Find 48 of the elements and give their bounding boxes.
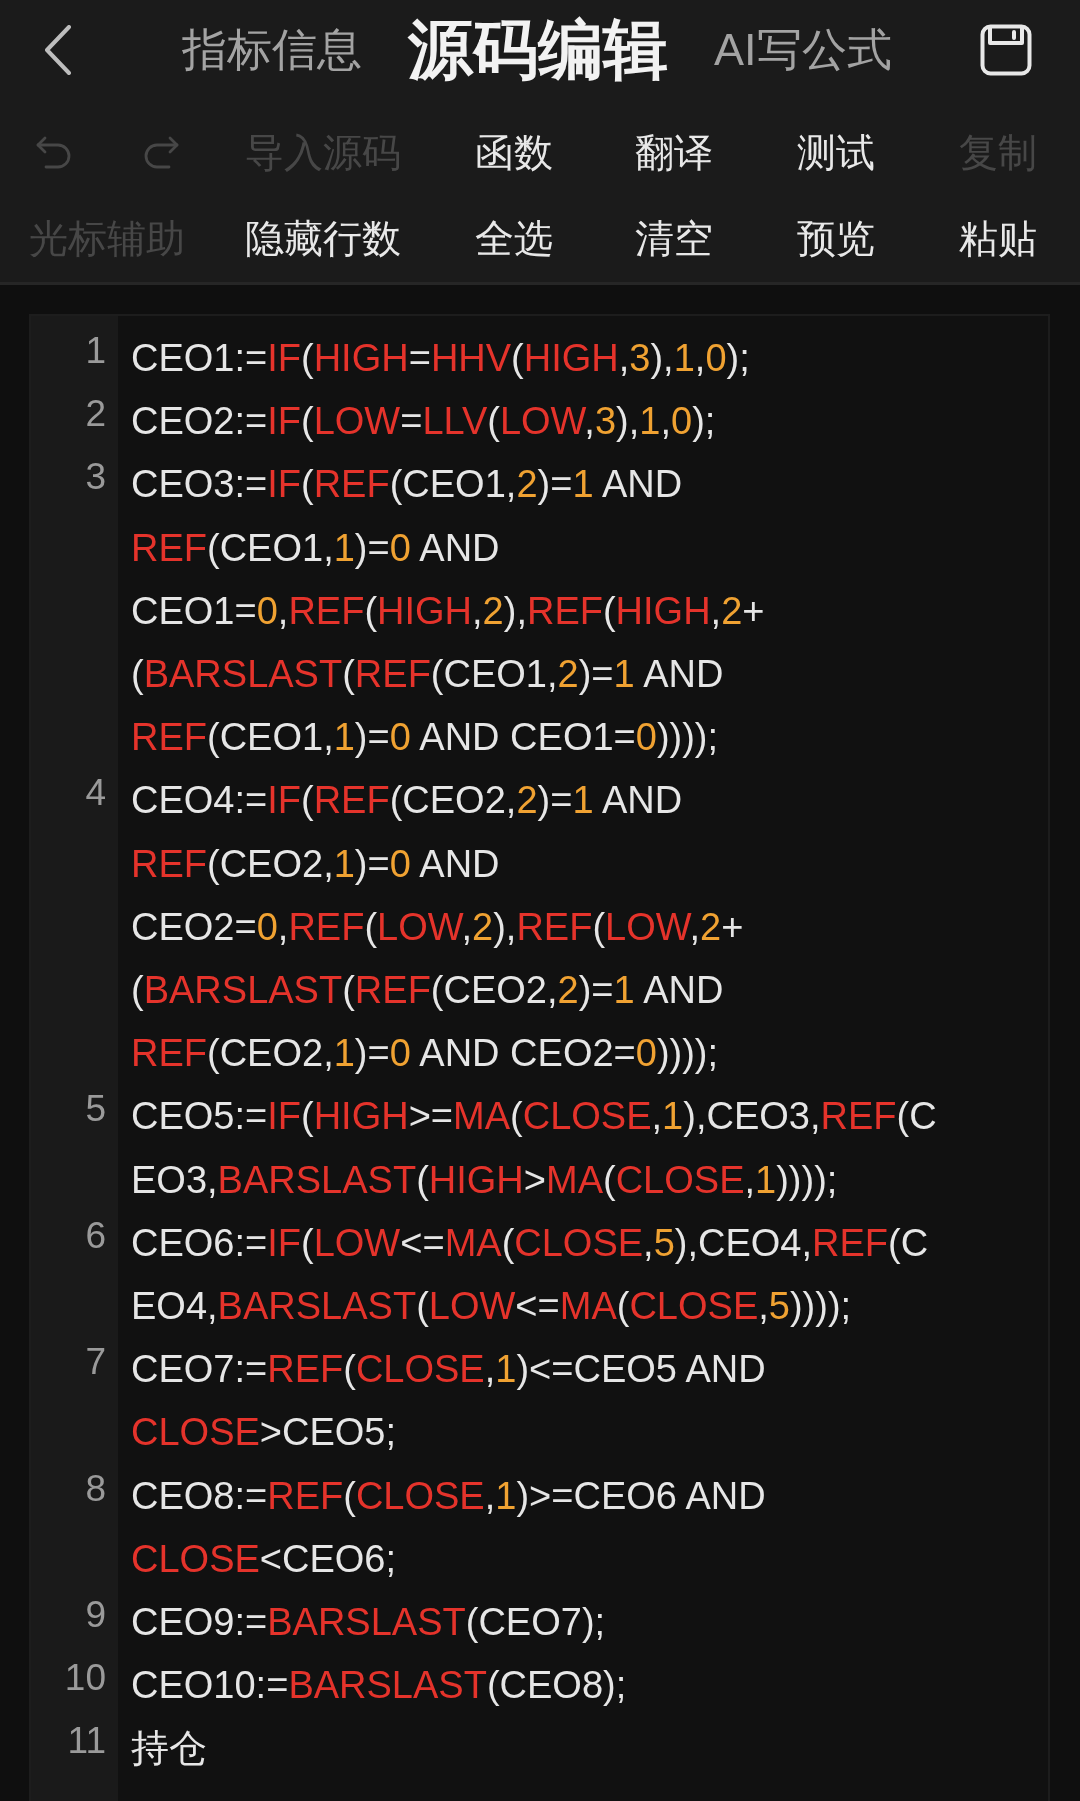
toolbar-button[interactable]: 粘贴 (959, 215, 1037, 263)
code-line: CEO1:=IF(HIGH=HHV(HIGH,3),1,0); (131, 336, 751, 381)
code-line: CEO9:=BARSLAST(CEO7); (131, 1600, 607, 1646)
code-line: REF(CEO2,1)=0 AND CEO2=0)))); (131, 1031, 720, 1077)
code-line: CEO4:=IF(REF(CEO2,2)=1 AND (131, 778, 684, 824)
code-line: CEO7:=REF(CLOSE,1)<=CEO5 AND (131, 1347, 767, 1393)
line-number: 11 (67, 1719, 107, 1764)
line-number: 10 (64, 1656, 107, 1701)
toolbar-button[interactable]: 清空 (635, 215, 713, 263)
back-icon (44, 25, 72, 75)
tab[interactable]: 源码编辑 (408, 11, 668, 89)
save-button[interactable] (980, 24, 1032, 76)
code-line: CEO8:=REF(CLOSE,1)>=CEO6 AND (131, 1473, 767, 1519)
line-number: 5 (85, 1087, 107, 1132)
code-line: EO4,BARSLAST(LOW<=MA(CLOSE,5)))); (131, 1284, 853, 1330)
code-line: CLOSE>CEO5; (131, 1410, 398, 1456)
code-line: REF(CEO1,1)=0 AND (131, 525, 501, 571)
code-line: 持仓 (131, 1726, 208, 1772)
code-line: CEO5:=IF(HIGH>=MA(CLOSE,1),CEO3,REF(C (131, 1094, 938, 1140)
toolbar-button[interactable]: 预览 (797, 215, 875, 263)
toolbar-button[interactable]: 全选 (475, 215, 553, 263)
code-line: (BARSLAST(REF(CEO1,2)=1 AND (131, 652, 725, 697)
line-number: 3 (85, 455, 107, 500)
line-number: 1 (85, 329, 107, 373)
code-line: CEO2:=IF(LOW=LLV(LOW,3),1,0); (131, 399, 717, 445)
code-line: CEO2=0,REF(LOW,2),REF(LOW,2+ (131, 904, 745, 950)
code-line: CLOSE<CEO6; (131, 1536, 398, 1582)
code-line: CEO6:=IF(LOW<=MA(CLOSE,5),CEO4,REF(C (131, 1220, 930, 1266)
toolbar-button[interactable]: 翻译 (635, 129, 713, 177)
line-number: 9 (85, 1593, 107, 1638)
code-line: CEO1=0,REF(HIGH,2),REF(HIGH,2+ (131, 588, 766, 634)
tab[interactable]: 指标信息 (182, 23, 362, 77)
line-number: 2 (85, 392, 107, 437)
line-number: 4 (85, 771, 107, 816)
code-line: CEO3:=IF(REF(CEO1,2)=1 AND (131, 462, 684, 508)
tab[interactable]: AI写公式 (714, 23, 892, 77)
toolbar-button[interactable]: 函数 (475, 129, 553, 177)
line-number: 7 (85, 1340, 107, 1385)
code-line: (BARSLAST(REF(CEO2,2)=1 AND (131, 968, 725, 1014)
save-icon (980, 24, 1032, 76)
code-line: REF(CEO1,1)=0 AND CEO1=0)))); (131, 715, 720, 761)
line-number: 8 (85, 1466, 107, 1511)
line-number: 6 (85, 1213, 107, 1258)
code-line: EO3,BARSLAST(HIGH>MA(CLOSE,1)))); (131, 1157, 839, 1203)
code-line: CEO10:=BARSLAST(CEO8); (131, 1663, 628, 1709)
code-line: REF(CEO2,1)=0 AND (131, 841, 501, 887)
toolbar-button[interactable]: 测试 (797, 129, 875, 177)
toolbar-button[interactable]: 隐藏行数 (245, 215, 401, 263)
